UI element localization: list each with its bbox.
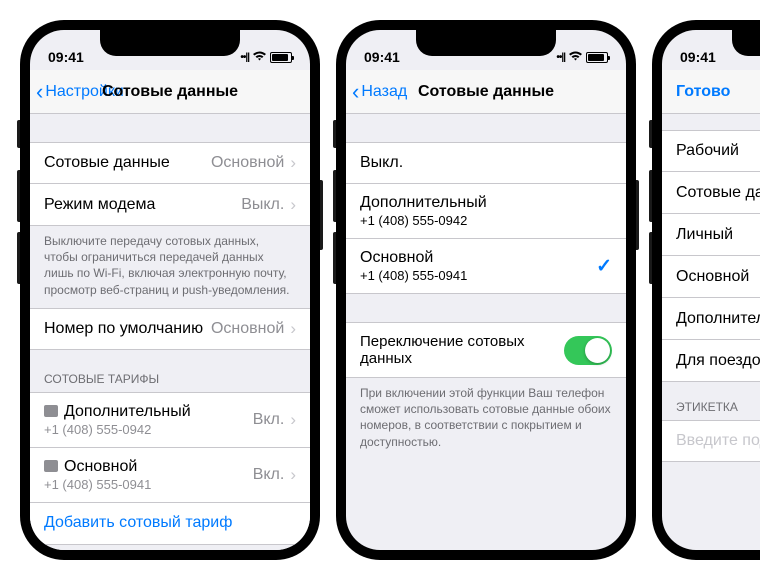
battery-icon (586, 52, 608, 63)
hotspot-row[interactable]: Режим модема Выкл. › (30, 184, 310, 226)
label-option[interactable]: Дополнительный (662, 298, 760, 340)
section-header-label: ЭТИКЕТКА (662, 382, 760, 420)
back-button[interactable]: ‹ Назад (346, 81, 407, 103)
add-plan-row[interactable]: Добавить сотовый тариф (30, 503, 310, 545)
plan-row-primary[interactable]: Основной +1 (408) 555-0941 Вкл. › (30, 448, 310, 503)
chevron-right-icon: › (290, 319, 296, 339)
row-label: Номер по умолчанию (44, 320, 203, 338)
wifi-icon (568, 50, 583, 65)
cellular-data-row[interactable]: Сотовые данные Основной › (30, 142, 310, 184)
status-time: 09:41 (364, 49, 400, 65)
section-header-usage: СОТОВЫЕ ДАННЫЕ ДЛЯ ОСНОВНОЙ (30, 545, 310, 550)
add-plan-label: Добавить сотовый тариф (44, 514, 232, 532)
label-text: Рабочий (676, 142, 739, 160)
footer-text: Выключите передачу сотовых данных, чтобы… (30, 226, 310, 308)
cellular-data-switching-row[interactable]: Переключение сотовых данных (346, 322, 626, 378)
plan-number: +1 (408) 555-0941 (44, 477, 151, 492)
option-primary-row[interactable]: Основной +1 (408) 555-0941 ✓ (346, 239, 626, 294)
chevron-left-icon: ‹ (352, 81, 359, 103)
wifi-icon (252, 50, 267, 65)
label-text: Дополнительный (676, 310, 760, 328)
done-button[interactable]: Готово (676, 83, 730, 101)
option-secondary-row[interactable]: Дополнительный +1 (408) 555-0942 (346, 184, 626, 239)
notch (416, 30, 556, 56)
back-button[interactable]: ‹ Настройки (30, 81, 124, 103)
chevron-right-icon: › (290, 410, 296, 430)
option-off-row[interactable]: Выкл. (346, 142, 626, 184)
label-option[interactable]: Сотовые данные (662, 172, 760, 214)
battery-icon (270, 52, 292, 63)
signal-icon: ••|| (240, 52, 249, 63)
row-label: Режим модема (44, 196, 155, 214)
option-number: +1 (408) 555-0942 (360, 213, 487, 228)
footer-text: При включении этой функции Ваш телефон с… (346, 378, 626, 460)
nav-bar: ‹ Настройки Сотовые данные (30, 70, 310, 114)
phone-cellular-data-select: 09:41 ••|| ‹ Назад Сотовые данные Выкл. (336, 20, 636, 560)
back-label: Настройки (45, 83, 123, 101)
notch (100, 30, 240, 56)
status-time: 09:41 (680, 49, 716, 65)
row-value: Основной (211, 320, 284, 338)
nav-bar: Готово +1 (40 (662, 70, 760, 114)
custom-label-placeholder: Введите подпись (676, 432, 760, 450)
label-text: Личный (676, 226, 733, 244)
label-option[interactable]: Личный (662, 214, 760, 256)
switch-toggle[interactable] (564, 336, 612, 365)
label-text: Основной (676, 268, 749, 286)
signal-icon: ••|| (556, 52, 565, 63)
sim-icon (44, 460, 58, 472)
label-text: Для поездок (676, 352, 760, 370)
option-label: Выкл. (360, 154, 403, 172)
chevron-right-icon: › (290, 465, 296, 485)
option-label: Дополнительный (360, 194, 487, 212)
label-option[interactable]: Основной (662, 256, 760, 298)
switch-label: Переключение сотовых данных (360, 333, 564, 367)
plan-label: Дополнительный (64, 403, 191, 420)
nav-bar: ‹ Назад Сотовые данные (346, 70, 626, 114)
label-option[interactable]: Рабочий (662, 130, 760, 172)
default-number-row[interactable]: Номер по умолчанию Основной › (30, 308, 310, 350)
option-label: Основной (360, 249, 467, 267)
plan-label: Основной (64, 458, 137, 475)
phone-label-picker: 09:41 Готово +1 (40 Рабочий Сотовые данн… (652, 20, 760, 560)
status-time: 09:41 (48, 49, 84, 65)
plan-status: Вкл. (253, 466, 285, 484)
checkmark-icon: ✓ (596, 255, 612, 278)
chevron-left-icon: ‹ (36, 81, 43, 103)
section-header-plans: СОТОВЫЕ ТАРИФЫ (30, 350, 310, 392)
plan-row-secondary[interactable]: Дополнительный +1 (408) 555-0942 Вкл. › (30, 392, 310, 448)
sim-icon (44, 405, 58, 417)
row-label: Сотовые данные (44, 154, 170, 172)
custom-label-input-row[interactable]: Введите подпись (662, 420, 760, 462)
back-label: Назад (361, 83, 407, 101)
row-value: Основной (211, 154, 284, 172)
label-option[interactable]: Для поездок (662, 340, 760, 382)
chevron-right-icon: › (290, 153, 296, 173)
phone-cellular-settings: 09:41 ••|| ‹ Настройки Сотовые данные Со… (20, 20, 320, 560)
plan-number: +1 (408) 555-0942 (44, 422, 191, 437)
option-number: +1 (408) 555-0941 (360, 268, 467, 283)
row-value: Выкл. (241, 196, 284, 214)
plan-status: Вкл. (253, 411, 285, 429)
label-text: Сотовые данные (676, 184, 760, 202)
chevron-right-icon: › (290, 195, 296, 215)
